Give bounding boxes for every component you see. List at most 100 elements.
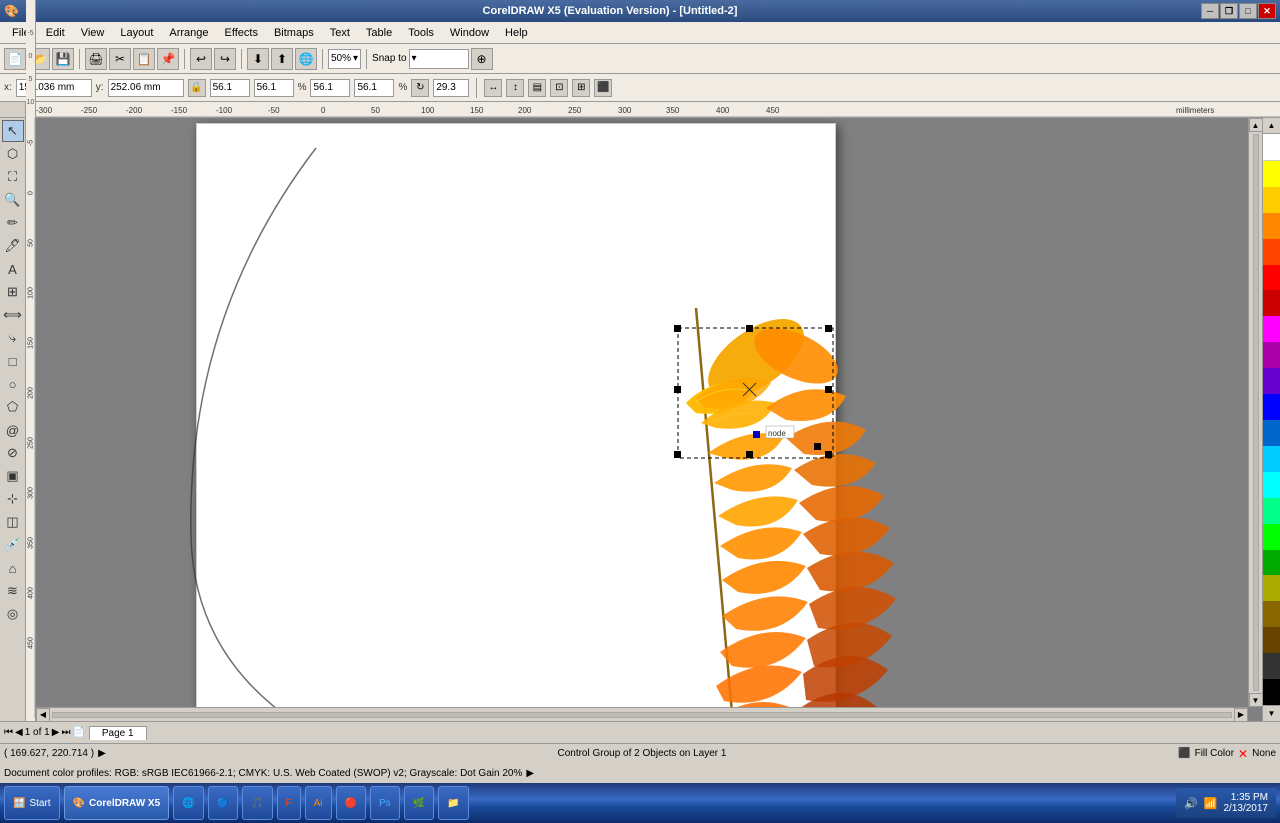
taskbar-ai[interactable]: Ai bbox=[305, 786, 332, 820]
taskbar-file[interactable]: 📁 bbox=[438, 786, 468, 820]
color-olive[interactable] bbox=[1263, 575, 1280, 601]
taskbar-ps[interactable]: Ps bbox=[370, 786, 400, 820]
taskbar-explorer[interactable]: 🌐 bbox=[173, 786, 203, 820]
save-button[interactable]: 💾 bbox=[52, 48, 74, 70]
color-orange[interactable] bbox=[1263, 213, 1280, 239]
menu-tools[interactable]: Tools bbox=[400, 25, 442, 41]
page-next-btn[interactable]: ▶ bbox=[52, 727, 60, 738]
freehand-tool[interactable]: ✏ bbox=[2, 212, 24, 234]
taskbar-ie[interactable]: 🔵 bbox=[208, 786, 238, 820]
transparency-tool[interactable]: ◫ bbox=[2, 511, 24, 533]
snap-button[interactable]: ⊕ bbox=[471, 48, 493, 70]
flip-h-icon[interactable]: ↔ bbox=[484, 79, 502, 97]
outline-tool[interactable]: ⌂ bbox=[2, 557, 24, 579]
undo-button[interactable]: ↩ bbox=[190, 48, 212, 70]
scrollbar-horizontal[interactable]: ◀ ▶ bbox=[36, 707, 1248, 721]
height-input[interactable] bbox=[254, 79, 294, 97]
color-lime[interactable] bbox=[1263, 524, 1280, 550]
scroll-left-btn[interactable]: ◀ bbox=[36, 708, 50, 722]
color-red[interactable] bbox=[1263, 265, 1280, 291]
canvas[interactable]: node ◀ ▶ ▲ ▼ bbox=[36, 118, 1262, 721]
color-gold[interactable] bbox=[1263, 187, 1280, 213]
color-aqua[interactable] bbox=[1263, 472, 1280, 498]
menu-arrange[interactable]: Arrange bbox=[161, 25, 216, 41]
lock-icon[interactable]: 🔒 bbox=[188, 79, 206, 97]
zoom-tool[interactable]: 🔍 bbox=[2, 189, 24, 211]
scrollbar-vertical[interactable]: ▲ ▼ bbox=[1248, 118, 1262, 707]
restore-button[interactable]: ❐ bbox=[1220, 3, 1238, 19]
contour-tool[interactable]: ◎ bbox=[2, 603, 24, 625]
color-purple[interactable] bbox=[1263, 342, 1280, 368]
polygon-tool[interactable]: ⬠ bbox=[2, 396, 24, 418]
crop-tool[interactable]: ⛶ bbox=[2, 166, 24, 188]
text-tool[interactable]: A bbox=[2, 258, 24, 280]
color-white[interactable] bbox=[1263, 134, 1280, 161]
scroll-up-btn[interactable]: ▲ bbox=[1249, 118, 1263, 132]
menu-edit[interactable]: Edit bbox=[38, 25, 73, 41]
fill-tool[interactable]: ▣ bbox=[2, 465, 24, 487]
import-button[interactable]: ⬇ bbox=[247, 48, 269, 70]
coord-arrow[interactable]: ▶ bbox=[98, 748, 106, 759]
select-tool[interactable]: ↖ bbox=[2, 120, 24, 142]
menu-bitmaps[interactable]: Bitmaps bbox=[266, 25, 322, 41]
wpct-input[interactable] bbox=[310, 79, 350, 97]
dimension-tool[interactable]: ⟺ bbox=[2, 304, 24, 326]
page-prev-btn[interactable]: ◀ bbox=[15, 727, 23, 738]
palette-scroll-down[interactable]: ▼ bbox=[1263, 705, 1280, 721]
cut-button[interactable]: ✂ bbox=[109, 48, 131, 70]
palette-scroll-up[interactable]: ▲ bbox=[1263, 118, 1280, 134]
profile-arrow[interactable]: ▶ bbox=[526, 768, 534, 779]
scroll-right-btn[interactable]: ▶ bbox=[1234, 708, 1248, 722]
menu-text[interactable]: Text bbox=[322, 25, 358, 41]
copy-button[interactable]: 📋 bbox=[133, 48, 155, 70]
menu-layout[interactable]: Layout bbox=[112, 25, 161, 41]
start-button[interactable]: 🪟 Start bbox=[4, 786, 60, 820]
color-redorange[interactable] bbox=[1263, 239, 1280, 265]
zoom-dropdown[interactable]: 50% ▾ bbox=[328, 49, 361, 69]
align-icon[interactable]: ▤ bbox=[528, 79, 546, 97]
scroll-down-btn[interactable]: ▼ bbox=[1249, 693, 1263, 707]
width-input[interactable] bbox=[210, 79, 250, 97]
color-brown[interactable] bbox=[1263, 601, 1280, 627]
taskbar-chrome[interactable]: 🔴 bbox=[336, 786, 366, 820]
taskbar-flash[interactable]: F bbox=[277, 786, 301, 820]
taskbar-media[interactable]: 🎵 bbox=[242, 786, 272, 820]
color-blue[interactable] bbox=[1263, 394, 1280, 420]
page-first-btn[interactable]: ⏮ bbox=[4, 727, 13, 738]
snapto-dropdown[interactable]: ▾ bbox=[409, 49, 469, 69]
flip-v-icon[interactable]: ↕ bbox=[506, 79, 524, 97]
page-last-btn[interactable]: ⏭ bbox=[61, 727, 70, 738]
color-darkbrown[interactable] bbox=[1263, 627, 1280, 653]
rect-tool[interactable]: □ bbox=[2, 350, 24, 372]
minimize-button[interactable]: ─ bbox=[1201, 3, 1219, 19]
shape-tool[interactable]: ⬡ bbox=[2, 143, 24, 165]
mesh-tool[interactable]: ⊹ bbox=[2, 488, 24, 510]
taskbar-corel[interactable]: 🎨 CorelDRAW X5 bbox=[64, 786, 170, 820]
page-tab[interactable]: Page 1 bbox=[89, 726, 147, 740]
color-green[interactable] bbox=[1263, 498, 1280, 524]
graph-tool[interactable]: ⊘ bbox=[2, 442, 24, 464]
menu-window[interactable]: Window bbox=[442, 25, 497, 41]
spiral-tool[interactable]: @ bbox=[2, 419, 24, 441]
paste-button[interactable]: 📌 bbox=[157, 48, 179, 70]
color-yellow[interactable] bbox=[1263, 161, 1280, 187]
color-darkgray[interactable] bbox=[1263, 653, 1280, 679]
table-tool[interactable]: ⊞ bbox=[2, 281, 24, 303]
publish-button[interactable]: 🌐 bbox=[295, 48, 317, 70]
color-violet[interactable] bbox=[1263, 368, 1280, 394]
color-magenta[interactable] bbox=[1263, 316, 1280, 342]
menu-table[interactable]: Table bbox=[358, 25, 400, 41]
group-icon[interactable]: ⊡ bbox=[550, 79, 568, 97]
export-button[interactable]: ⬆ bbox=[271, 48, 293, 70]
y-input[interactable] bbox=[108, 79, 184, 97]
blend-tool[interactable]: ≋ bbox=[2, 580, 24, 602]
close-button[interactable]: ✕ bbox=[1258, 3, 1276, 19]
color-black[interactable] bbox=[1263, 679, 1280, 705]
connector-tool[interactable]: ⤷ bbox=[2, 327, 24, 349]
ellipse-tool[interactable]: ○ bbox=[2, 373, 24, 395]
color-cyan[interactable] bbox=[1263, 446, 1280, 472]
taskbar-corel2[interactable]: 🌿 bbox=[404, 786, 434, 820]
menu-help[interactable]: Help bbox=[497, 25, 536, 41]
color-darkred[interactable] bbox=[1263, 290, 1280, 316]
redo-button[interactable]: ↪ bbox=[214, 48, 236, 70]
